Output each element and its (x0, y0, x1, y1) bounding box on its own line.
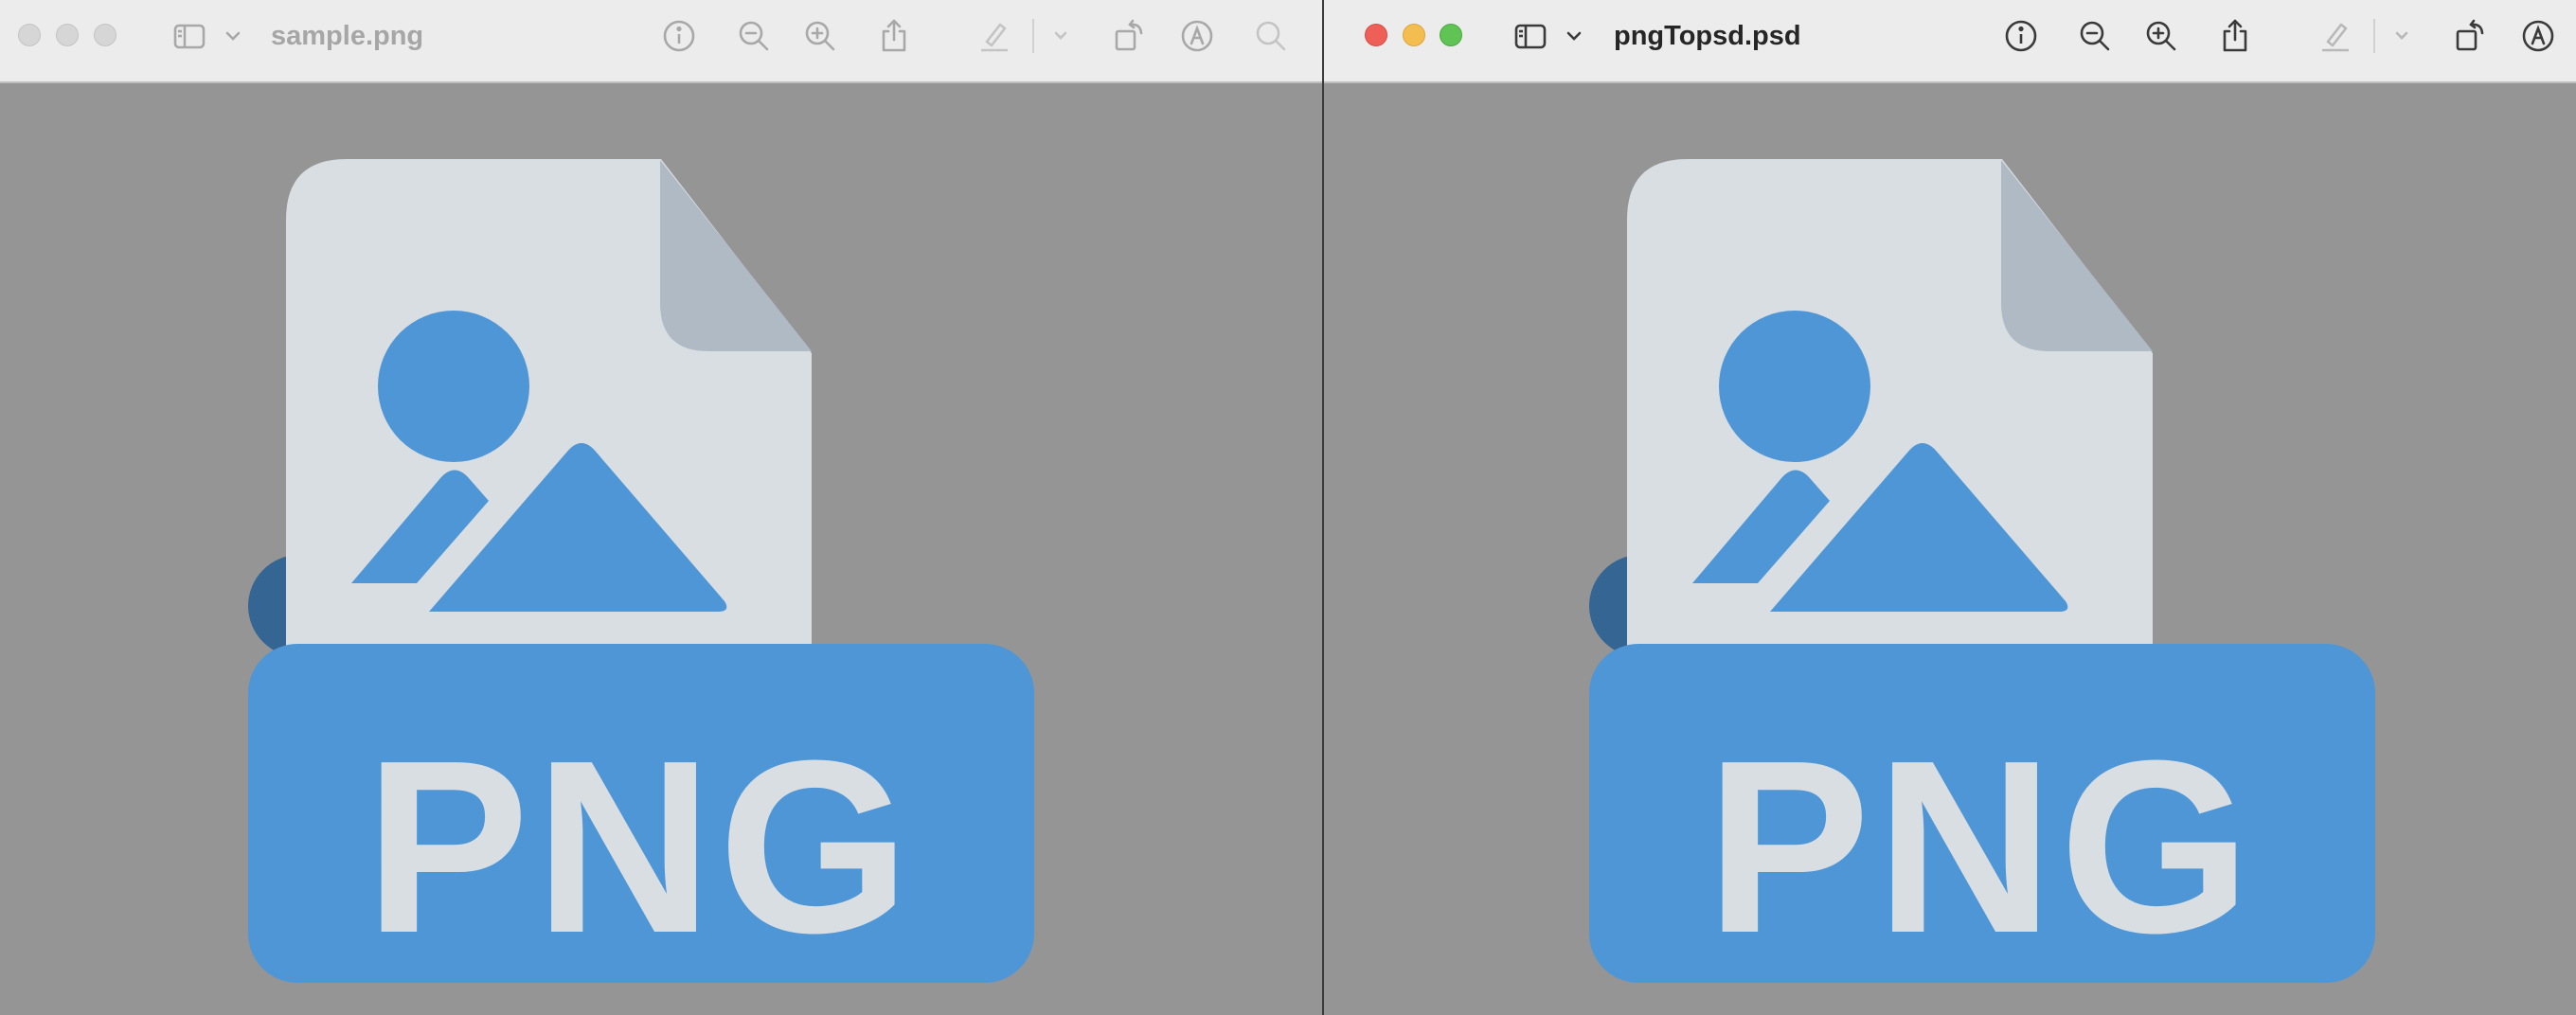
markup-pen-icon[interactable] (2317, 17, 2354, 55)
png-file-image: PNG (1589, 159, 2388, 985)
info-icon[interactable] (2002, 17, 2040, 55)
title-bar[interactable]: pngTopsd.psd (1324, 0, 2576, 83)
title-bar[interactable]: sample.png (0, 0, 1322, 83)
toolbar-separator (1032, 19, 1034, 53)
minimize-window-button[interactable] (56, 24, 79, 46)
sidebar-icon[interactable] (1512, 17, 1549, 55)
zoom-out-icon[interactable] (2076, 17, 2114, 55)
chevron-down-icon[interactable] (2383, 17, 2421, 55)
page-fold (660, 160, 812, 351)
info-icon[interactable] (660, 17, 698, 55)
image-canvas[interactable]: PNG (1324, 83, 2576, 1015)
zoom-window-button[interactable] (1440, 24, 1462, 46)
chevron-down-icon[interactable] (1555, 17, 1593, 55)
sun-circle (378, 311, 529, 462)
preview-window-psd: pngTopsd.psd PNG (1324, 0, 2576, 1015)
png-label: PNG (365, 710, 915, 985)
preview-window-sample: sample.png PNG (0, 0, 1322, 1015)
markup-icon[interactable] (2519, 17, 2557, 55)
share-icon[interactable] (875, 17, 913, 55)
share-icon[interactable] (2216, 17, 2254, 55)
toolbar-separator (2373, 19, 2375, 53)
markup-pen-icon[interactable] (975, 17, 1013, 55)
zoom-out-icon[interactable] (735, 17, 773, 55)
zoom-in-icon[interactable] (2142, 17, 2180, 55)
close-window-button[interactable] (18, 24, 41, 46)
close-window-button[interactable] (1365, 24, 1387, 46)
window-title: sample.png (271, 21, 424, 51)
rotate-icon[interactable] (1110, 17, 1148, 55)
png-label: PNG (1706, 710, 2256, 985)
zoom-in-icon[interactable] (801, 17, 839, 55)
page-fold (2001, 160, 2153, 351)
sidebar-icon[interactable] (170, 17, 208, 55)
chevron-down-icon[interactable] (214, 17, 252, 55)
sun-circle (1719, 311, 1870, 462)
minimize-window-button[interactable] (1403, 24, 1425, 46)
search-icon[interactable] (1252, 17, 1290, 55)
window-title: pngTopsd.psd (1614, 21, 1801, 51)
zoom-window-button[interactable] (94, 24, 116, 46)
png-file-image: PNG (248, 159, 1047, 985)
rotate-icon[interactable] (2451, 17, 2489, 55)
markup-icon[interactable] (1178, 17, 1216, 55)
chevron-down-icon[interactable] (1042, 17, 1080, 55)
image-canvas[interactable]: PNG (0, 83, 1322, 1015)
